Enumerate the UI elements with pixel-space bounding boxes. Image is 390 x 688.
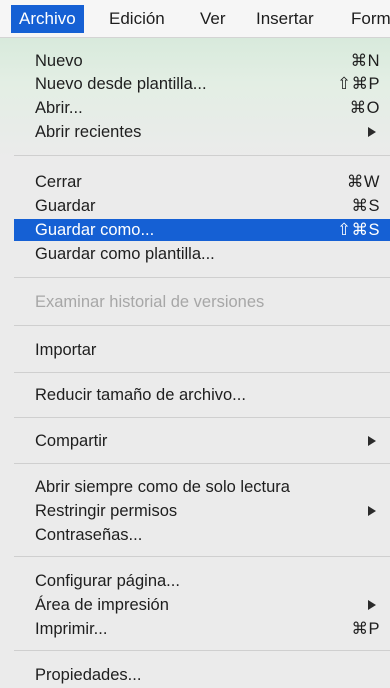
submenu-arrow-icon	[368, 600, 376, 610]
menu-separator	[14, 155, 390, 156]
menu-item-guardar-como-plantilla[interactable]: Guardar como plantilla...	[14, 243, 390, 265]
menu-item-guardar-como[interactable]: Guardar como... ⇧⌘S	[14, 219, 390, 241]
menu-item-label: Restringir permisos	[35, 502, 178, 520]
menu-item-solo-lectura[interactable]: Abrir siempre como de solo lectura	[14, 476, 390, 498]
menu-item-reducir-tamano[interactable]: Reducir tamaño de archivo...	[14, 384, 390, 406]
shortcut-text: ⌘S	[351, 197, 380, 215]
menu-item-propiedades[interactable]: Propiedades...	[14, 664, 390, 686]
menu-item-guardar[interactable]: Guardar ⌘S	[14, 195, 390, 217]
menu-separator	[14, 372, 390, 373]
menu-item-abrir-recientes[interactable]: Abrir recientes	[14, 121, 390, 143]
menu-separator	[14, 556, 390, 557]
menu-item-restringir-permisos[interactable]: Restringir permisos	[14, 500, 390, 522]
menu-item-label: Área de impresión	[35, 596, 169, 614]
menu-item-label: Examinar historial de versiones	[35, 293, 265, 311]
menu-item-imprimir[interactable]: Imprimir... ⌘P	[14, 618, 390, 640]
menu-item-label: Importar	[35, 341, 97, 359]
menu-edicion[interactable]: Edición	[101, 5, 173, 33]
menu-item-configurar-pagina[interactable]: Configurar página...	[14, 570, 390, 592]
menu-bar: Archivo Edición Ver Insertar Form	[0, 0, 390, 38]
shortcut-text: ⇧⌘S	[337, 221, 380, 239]
menu-item-importar[interactable]: Importar	[14, 339, 390, 361]
menu-separator	[14, 650, 390, 651]
submenu-arrow-icon	[368, 127, 376, 137]
menu-item-label: Abrir siempre como de solo lectura	[35, 478, 290, 496]
menu-item-label: Reducir tamaño de archivo...	[35, 386, 246, 404]
shortcut-text: ⌘P	[351, 620, 380, 638]
shortcut-text: ⇧⌘P	[337, 75, 380, 93]
menu-item-nuevo-desde-plantilla[interactable]: Nuevo desde plantilla... ⇧⌘P	[14, 73, 390, 95]
menu-item-nuevo[interactable]: Nuevo ⌘N	[14, 50, 390, 72]
menu-item-label: Cerrar	[35, 173, 82, 191]
menu-insertar[interactable]: Insertar	[248, 5, 322, 33]
menu-item-label: Compartir	[35, 432, 108, 450]
menu-separator	[14, 463, 390, 464]
shortcut-text: ⌘W	[346, 173, 380, 191]
archivo-dropdown-menu: Nuevo ⌘N Nuevo desde plantilla... ⇧⌘P Ab…	[0, 38, 390, 688]
menu-separator	[14, 325, 390, 326]
menu-formato[interactable]: Form	[343, 5, 390, 33]
menu-item-examinar-historial: Examinar historial de versiones	[14, 291, 390, 313]
menu-item-compartir[interactable]: Compartir	[14, 430, 390, 452]
menu-item-label: Nuevo	[35, 52, 83, 70]
menu-separator	[14, 417, 390, 418]
menu-item-label: Guardar	[35, 197, 96, 215]
menu-item-contrasenas[interactable]: Contraseñas...	[14, 524, 390, 546]
shortcut-text: ⌘N	[350, 52, 380, 70]
menu-item-label: Nuevo desde plantilla...	[35, 75, 207, 93]
menu-item-label: Guardar como plantilla...	[35, 245, 215, 263]
menu-item-area-impresion[interactable]: Área de impresión	[14, 594, 390, 616]
menu-item-label: Contraseñas...	[35, 526, 143, 544]
submenu-arrow-icon	[368, 436, 376, 446]
menu-item-label: Abrir recientes	[35, 123, 142, 141]
menu-item-label: Abrir...	[35, 99, 83, 117]
shortcut-text: ⌘O	[349, 99, 380, 117]
menu-item-label: Guardar como...	[35, 221, 155, 239]
menu-item-label: Propiedades...	[35, 666, 142, 684]
menu-item-cerrar[interactable]: Cerrar ⌘W	[14, 171, 390, 193]
submenu-arrow-icon	[368, 506, 376, 516]
menu-ver[interactable]: Ver	[192, 5, 234, 33]
menu-item-label: Imprimir...	[35, 620, 108, 638]
menu-separator	[14, 277, 390, 278]
menu-item-abrir[interactable]: Abrir... ⌘O	[14, 97, 390, 119]
menu-archivo[interactable]: Archivo	[11, 5, 84, 33]
menu-item-label: Configurar página...	[35, 572, 180, 590]
